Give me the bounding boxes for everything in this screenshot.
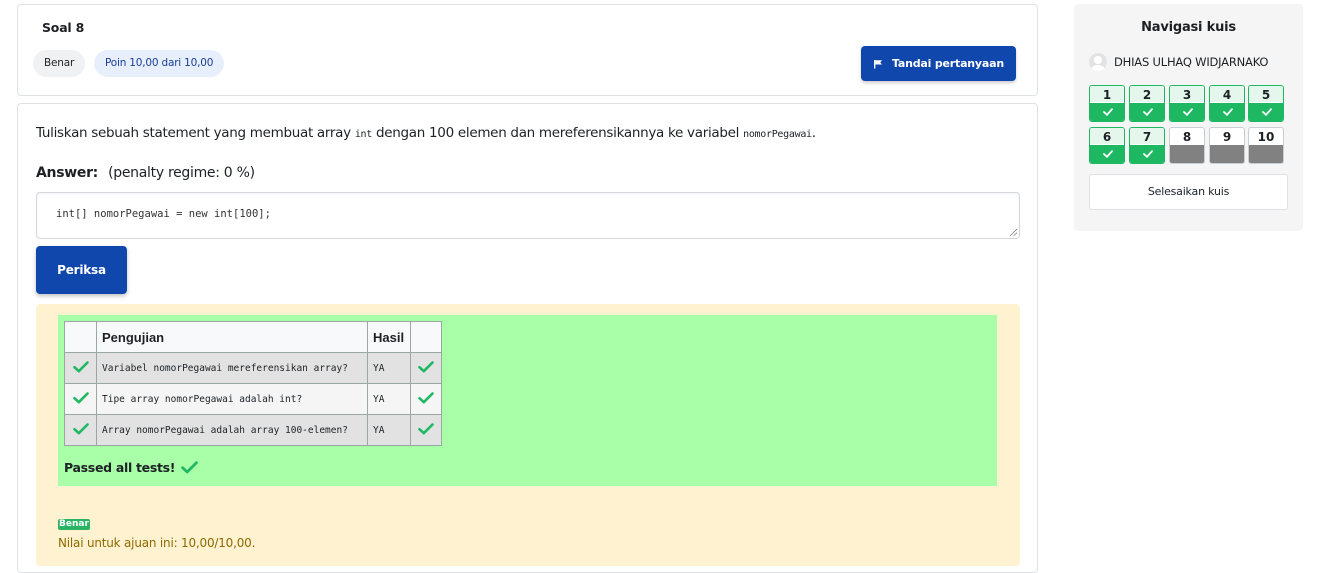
correct-badge: Benar: [58, 519, 90, 530]
table-row: Tipe array nomorPegawai adalah int? YA: [64, 383, 442, 415]
quiz-nav-number: 7: [1130, 128, 1164, 144]
check-icon: [72, 360, 89, 372]
row-result-icon-cell: [410, 383, 442, 415]
quiz-nav-button-9[interactable]: 9: [1209, 127, 1245, 164]
test-results-panel: Pengujian Hasil Variabel nomorPegawai me…: [58, 315, 997, 486]
check-icon: [1183, 108, 1193, 116]
table-row: Array nomorPegawai adalah array 100-elem…: [64, 414, 442, 446]
check-icon: [72, 422, 89, 434]
quiz-nav-button-3[interactable]: 3: [1169, 85, 1205, 122]
quiz-nav-button-7[interactable]: 7: [1129, 127, 1165, 164]
quiz-nav-button-10[interactable]: 10: [1248, 127, 1284, 164]
test-result: YA: [367, 414, 411, 446]
check-icon: [418, 391, 434, 403]
quiz-nav-status: [1090, 103, 1124, 121]
quiz-nav-number: 9: [1222, 130, 1232, 144]
question-text-part3: .: [811, 125, 816, 141]
quiz-nav-button-4[interactable]: 4: [1209, 85, 1245, 122]
quiz-nav-number: 8: [1182, 130, 1192, 144]
row-result-icon-cell: [410, 352, 442, 384]
submission-mark: Nilai untuk ajuan ini: 10,00/10,00.: [58, 536, 256, 550]
quiz-nav-button-1[interactable]: 1: [1089, 85, 1125, 122]
test-result: YA: [367, 352, 411, 384]
flag-question-label: Tandai pertanyaan: [892, 57, 1004, 70]
test-description: Variabel nomorPegawai mereferensikan arr…: [96, 352, 368, 384]
quiz-nav-status: [1249, 103, 1283, 121]
check-icon: [418, 422, 434, 434]
quiz-nav-number: 1: [1090, 86, 1124, 102]
question-code-type: int: [354, 129, 372, 140]
user-name: DHIAS ULHAQ WIDJARNAKO: [1114, 55, 1269, 69]
quiz-nav-status: [1130, 145, 1164, 163]
flag-question-button[interactable]: Tandai pertanyaan: [861, 46, 1016, 81]
user-avatar-icon: [1089, 53, 1107, 71]
test-description: Tipe array nomorPegawai adalah int?: [96, 383, 368, 415]
quiz-nav-button-2[interactable]: 2: [1129, 85, 1165, 122]
table-header-test: Pengujian: [96, 321, 368, 353]
check-icon: [1143, 108, 1153, 116]
table-row: Variabel nomorPegawai mereferensikan arr…: [64, 352, 442, 384]
quiz-navigation-panel: Navigasi kuis DHIAS ULHAQ WIDJARNAKO 1 2…: [1074, 4, 1303, 231]
row-status-cell: [64, 414, 97, 446]
row-status-cell: [64, 383, 97, 415]
flag-icon: [874, 59, 883, 68]
row-status-cell: [64, 352, 97, 384]
user-info: DHIAS ULHAQ WIDJARNAKO: [1089, 53, 1268, 71]
quiz-nav-status: [1210, 103, 1244, 121]
check-icon: [1103, 150, 1113, 158]
quiz-nav-status: [1170, 145, 1204, 163]
check-icon: [1223, 108, 1233, 116]
question-state-badge: Benar: [33, 50, 86, 77]
question-title: Soal 8: [42, 20, 85, 35]
test-result: YA: [367, 383, 411, 415]
question-text: Tuliskan sebuah statement yang membuat a…: [36, 125, 816, 141]
quiz-nav-status: [1210, 145, 1244, 163]
table-header-blank-2: [410, 321, 442, 353]
answer-label: Answer:: [36, 165, 98, 181]
resize-grip-icon[interactable]: [1009, 228, 1017, 236]
answer-label-row: Answer: (penalty regime: 0 %): [36, 165, 255, 181]
quiz-nav-button-5[interactable]: 5: [1248, 85, 1284, 122]
quiz-nav-status: [1090, 145, 1124, 163]
quiz-nav-number: 2: [1130, 86, 1164, 102]
finish-quiz-button[interactable]: Selesaikan kuis: [1089, 174, 1288, 210]
question-grade-badge: Poin 10,00 dari 10,00: [94, 50, 225, 77]
quiz-nav-number: 6: [1090, 128, 1124, 144]
quiz-nav-status: [1170, 103, 1204, 121]
question-text-part1: Tuliskan sebuah statement yang membuat a…: [36, 125, 355, 141]
check-icon: [1262, 108, 1272, 116]
question-content-card: Tuliskan sebuah statement yang membuat a…: [17, 103, 1038, 573]
table-header-row: Pengujian Hasil: [64, 321, 442, 353]
check-icon: [72, 391, 89, 403]
quiz-navigation-title: Navigasi kuis: [1141, 20, 1236, 35]
check-icon: [418, 360, 434, 372]
quiz-nav-status: [1130, 103, 1164, 121]
quiz-nav-number: 4: [1210, 86, 1244, 102]
check-icon: [1103, 108, 1113, 116]
penalty-regime: (penalty regime: 0 %): [108, 165, 255, 181]
check-button[interactable]: Periksa: [36, 246, 127, 294]
test-description: Array nomorPegawai adalah array 100-elem…: [96, 414, 368, 446]
quiz-nav-status: [1249, 145, 1283, 163]
quiz-nav-number: 3: [1170, 86, 1204, 102]
check-icon: [181, 461, 198, 474]
quiz-nav-number: 10: [1257, 130, 1275, 144]
quiz-nav-button-6[interactable]: 6: [1089, 127, 1125, 164]
table-header-blank: [64, 321, 97, 353]
answer-textarea[interactable]: int[] nomorPegawai = new int[100];: [36, 192, 1020, 239]
question-code-variable: nomorPegawai: [743, 129, 812, 140]
answer-code[interactable]: int[] nomorPegawai = new int[100];: [56, 208, 271, 220]
question-text-part2: dengan 100 elemen dan mereferensikannya …: [372, 125, 744, 141]
test-results-table: Pengujian Hasil Variabel nomorPegawai me…: [64, 321, 442, 446]
passed-all-tests: Passed all tests!: [64, 460, 198, 475]
feedback-panel: Pengujian Hasil Variabel nomorPegawai me…: [36, 304, 1020, 566]
check-icon: [1143, 150, 1153, 158]
quiz-nav-number: 5: [1249, 86, 1283, 102]
table-header-result: Hasil: [367, 321, 411, 353]
row-result-icon-cell: [410, 414, 442, 446]
question-info-card: Soal 8 Benar Poin 10,00 dari 10,00 Tanda…: [17, 4, 1038, 96]
quiz-nav-button-8[interactable]: 8: [1169, 127, 1205, 164]
passed-all-tests-label: Passed all tests!: [64, 460, 176, 475]
